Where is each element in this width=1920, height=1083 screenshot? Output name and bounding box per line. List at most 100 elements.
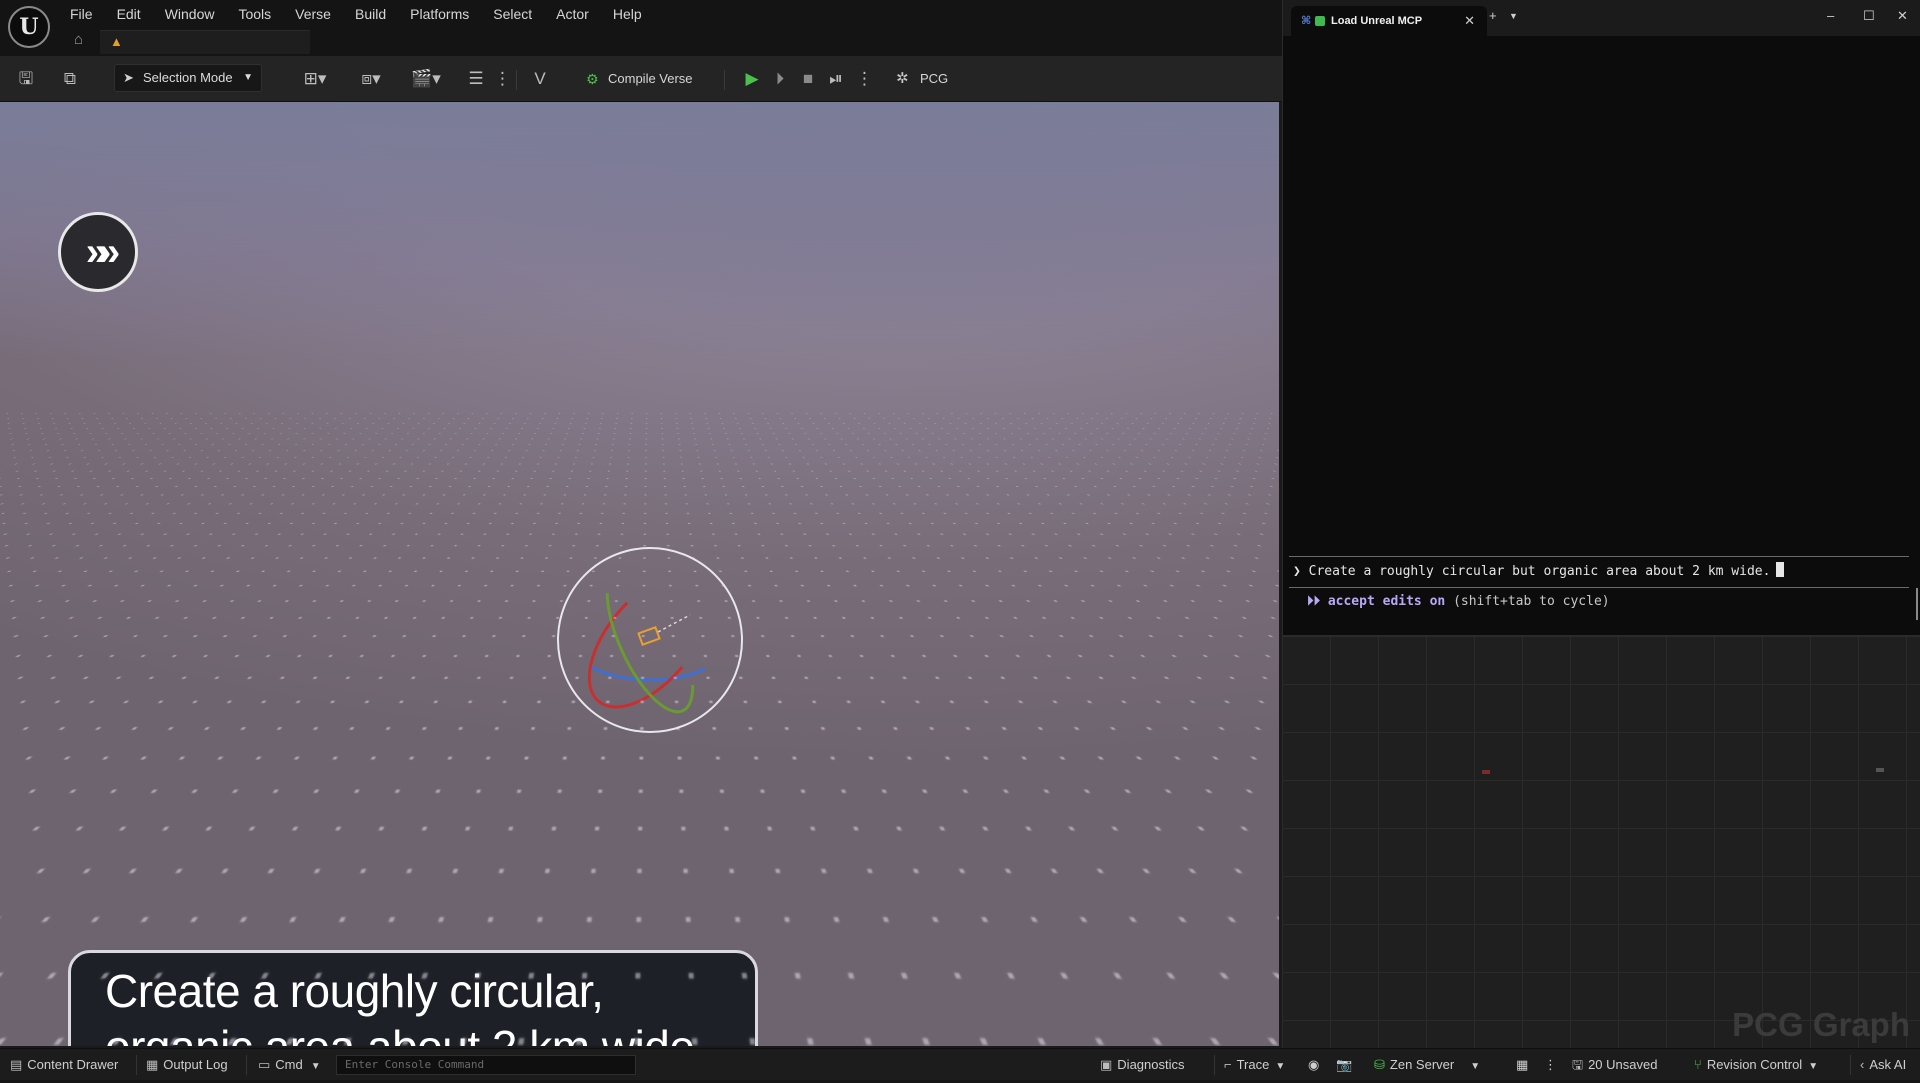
zen-server-dropdown[interactable]: ⛁ Zen Server ▼: [1374, 1049, 1480, 1081]
prompt-input[interactable]: ❯ Create a roughly circular but organic …: [1289, 556, 1909, 588]
save-icon[interactable]: 🖫: [14, 67, 38, 91]
sky-gradient: [0, 102, 1279, 362]
chevron-down-icon: ▼: [1808, 1061, 1818, 1072]
graph-node[interactable]: [1482, 770, 1490, 774]
mode-arrows-icon: ⏵⏵: [1307, 594, 1320, 609]
cursor-icon: ➤: [123, 65, 134, 91]
actor-bounds-icon: [638, 627, 659, 644]
ask-ai-button[interactable]: ‹ Ask AI: [1860, 1049, 1906, 1081]
menu-window[interactable]: Window: [153, 2, 227, 24]
revision-control-dropdown[interactable]: ⑂ Revision Control ▼: [1694, 1049, 1818, 1081]
compile-icon: ⚙: [586, 66, 599, 92]
chevron-down-icon: ▼: [243, 65, 253, 91]
mode-status-line: ⏵⏵ accept edits on (shift+tab to cycle): [1307, 594, 1610, 609]
terminal-icon: ▭: [258, 1057, 270, 1072]
selection-mode-dropdown[interactable]: ➤ Selection Mode ▼: [114, 64, 262, 92]
unsaved-button[interactable]: 🖫 20 Unsaved: [1572, 1049, 1657, 1081]
terminal-tab[interactable]: ⌘ Load Unreal MCP ✕: [1291, 6, 1487, 36]
caption-line-2: organic area about 2 km wide.: [105, 1019, 721, 1046]
terminal-tab-bar: ⌘ Load Unreal MCP ✕ + ▼ – ☐ ✕: [1283, 0, 1920, 36]
more-options-icon[interactable]: ⋮: [1544, 1049, 1557, 1081]
mode-hint: (shift+tab to cycle): [1453, 594, 1610, 609]
status-dot-icon: [1315, 16, 1325, 26]
stop-icon[interactable]: ■: [796, 67, 820, 91]
menu-platforms[interactable]: Platforms: [398, 2, 481, 24]
chevron-down-icon[interactable]: ▼: [1509, 11, 1518, 21]
menu-actor[interactable]: Actor: [544, 2, 601, 24]
level-tab[interactable]: ▲: [100, 30, 310, 54]
cmd-dropdown[interactable]: ▭ Cmd ▼: [258, 1049, 321, 1081]
more-options-icon[interactable]: ⋮: [494, 67, 506, 91]
gizmo-pivot-line: [658, 615, 690, 632]
unreal-logo-icon[interactable]: U: [8, 6, 50, 48]
prompt-text: Create a roughly circular but organic ar…: [1309, 564, 1771, 579]
compile-verse-button[interactable]: ⚙ Compile Verse: [584, 66, 693, 92]
toolbar-divider: [516, 70, 517, 90]
verse-icon[interactable]: V: [528, 67, 552, 91]
fast-forward-badge-icon: »»: [58, 212, 138, 292]
chevron-left-icon: ‹: [1860, 1057, 1864, 1072]
diagnostics-button[interactable]: ▣ Diagnostics: [1100, 1049, 1185, 1081]
close-tab-icon[interactable]: ✕: [1464, 6, 1475, 36]
trace-icon: ⌐: [1224, 1057, 1232, 1072]
text-cursor: [1776, 562, 1784, 577]
zen-server-icon: ⛁: [1374, 1057, 1385, 1072]
minimize-icon[interactable]: –: [1827, 8, 1834, 23]
new-tab-icon[interactable]: +: [1489, 8, 1497, 23]
menu-build[interactable]: Build: [343, 2, 398, 24]
rotation-gizmo[interactable]: [555, 545, 745, 735]
menu-edit[interactable]: Edit: [105, 2, 153, 24]
menu-file[interactable]: File: [58, 2, 105, 24]
record-icon[interactable]: ◉: [1308, 1049, 1319, 1081]
statusbar-divider: [1214, 1055, 1215, 1075]
trace-dropdown[interactable]: ⌐ Trace ▼: [1224, 1049, 1285, 1081]
caption-text: Create a roughly circular, organic area …: [105, 963, 721, 1046]
browse-icon[interactable]: ⧉: [58, 67, 82, 91]
caption-line-1: Create a roughly circular,: [105, 963, 721, 1019]
menu-tools[interactable]: Tools: [226, 2, 283, 24]
revision-control-icon: ⑂: [1694, 1057, 1702, 1072]
gizmo-outer-ring[interactable]: [558, 548, 742, 732]
menu-help[interactable]: Help: [601, 2, 654, 24]
main-toolbar: 🖫 ⧉ ➤ Selection Mode ▼ ⊞▾ ⧈▾ 🎬▾ ☰ ⋮ V ⚙ …: [0, 56, 1282, 102]
camera-icon[interactable]: 📷: [1336, 1049, 1352, 1081]
terminal-app-icon: ⌘: [1301, 6, 1311, 36]
maximize-icon[interactable]: ☐: [1863, 8, 1875, 24]
launch-icon[interactable]: ⏯: [824, 67, 848, 91]
terminal-body[interactable]: ❯ Create a roughly circular but organic …: [1283, 36, 1920, 636]
main-menu: File Edit Window Tools Verse Build Platf…: [58, 2, 654, 24]
add-actor-icon[interactable]: ⊞▾: [296, 67, 334, 91]
gizmo-x-ring[interactable]: [566, 552, 733, 729]
gizmo-y-ring[interactable]: [590, 557, 710, 724]
terminal-window: ⌘ Load Unreal MCP ✕ + ▼ – ☐ ✕ ❯ Create a…: [1282, 0, 1920, 636]
pcg-button[interactable]: ✲ PCG: [894, 66, 948, 92]
output-log-button[interactable]: ▦ Output Log: [146, 1049, 228, 1081]
level-viewport[interactable]: »» Create a roughly circular, organic ar…: [0, 102, 1279, 1046]
cinematics-icon[interactable]: 🎬▾: [406, 67, 446, 91]
close-window-icon[interactable]: ✕: [1897, 8, 1908, 24]
blueprint-icon[interactable]: ⧈▾: [352, 67, 390, 91]
home-icon[interactable]: ⌂: [74, 32, 90, 48]
caption-box: Create a roughly circular, organic area …: [68, 950, 758, 1046]
menu-select[interactable]: Select: [481, 2, 544, 24]
menu-verse[interactable]: Verse: [283, 2, 343, 24]
diagnostics-icon: ▣: [1100, 1057, 1112, 1072]
console-command-input[interactable]: Enter Console Command: [336, 1055, 636, 1075]
layers-icon[interactable]: ☰: [464, 67, 488, 91]
unsaved-icon: 🖫: [1572, 1057, 1583, 1072]
level-warning-icon: ▲: [110, 34, 123, 49]
pcg-graph-panel[interactable]: PCG Graph: [1282, 636, 1920, 1048]
statusbar-divider: [1850, 1055, 1851, 1075]
step-icon[interactable]: ⏵: [768, 67, 792, 91]
play-options-icon[interactable]: ⋮: [856, 67, 868, 91]
build-status-icon[interactable]: ▦: [1516, 1049, 1528, 1081]
mode-label: accept edits on: [1328, 594, 1445, 609]
chevron-down-icon: ▼: [1470, 1061, 1480, 1072]
graph-node[interactable]: [1876, 768, 1884, 772]
terminal-scrollbar[interactable]: [1916, 588, 1918, 620]
content-drawer-button[interactable]: ▤ Content Drawer: [10, 1049, 118, 1081]
play-icon[interactable]: ▶: [740, 67, 764, 91]
chevron-down-icon: ▼: [1275, 1061, 1285, 1072]
unreal-editor-window: U File Edit Window Tools Verse Build Pla…: [0, 0, 1282, 1080]
gizmo-z-ring[interactable]: [570, 600, 730, 680]
